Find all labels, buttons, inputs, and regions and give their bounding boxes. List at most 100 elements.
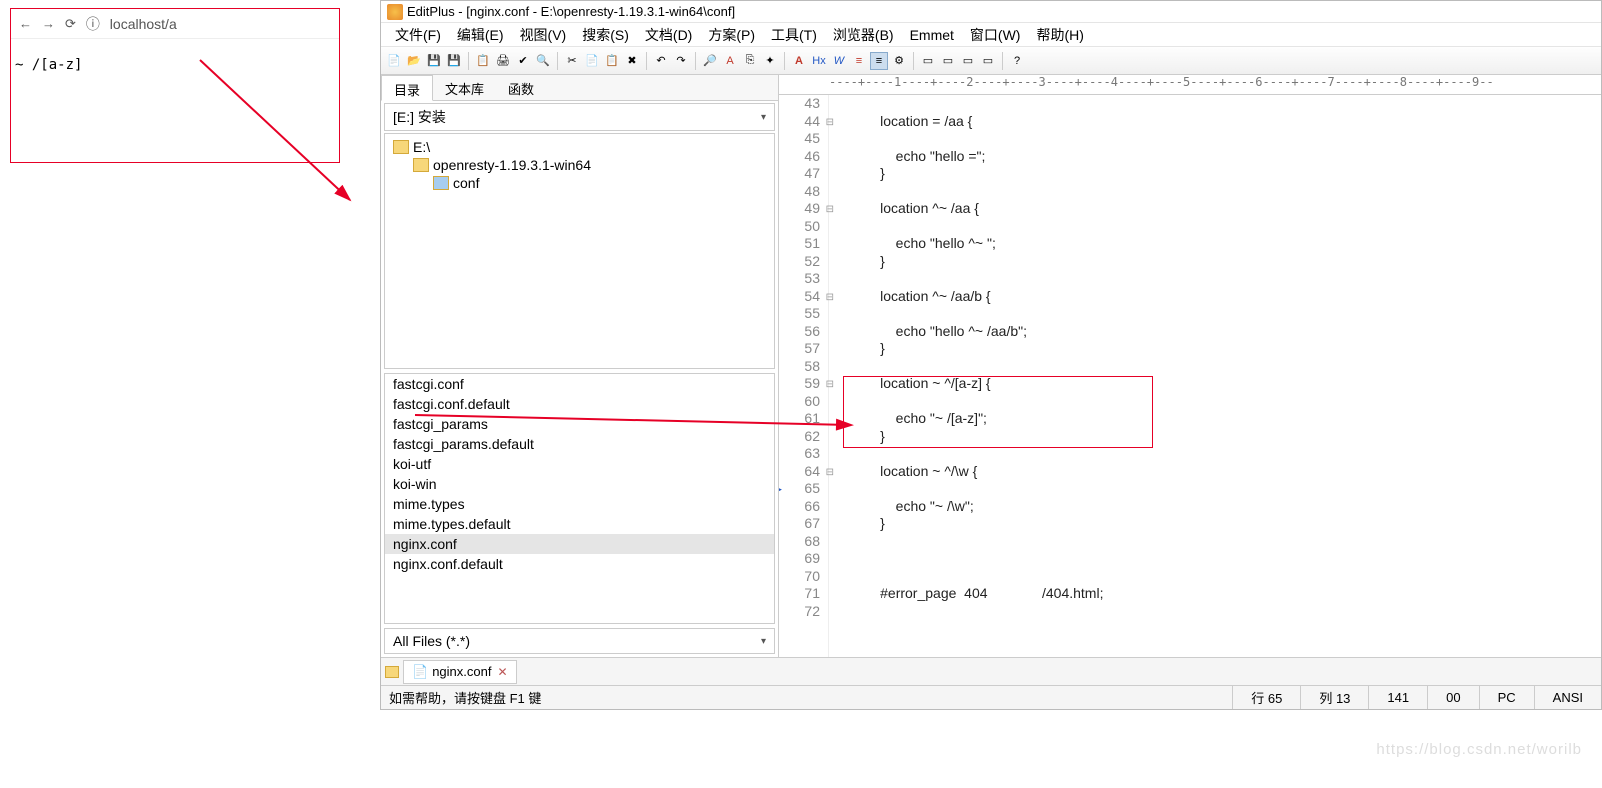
- code-editor[interactable]: 4344454647484950515253545556575859606162…: [779, 95, 1601, 657]
- code-line[interactable]: [849, 533, 1601, 551]
- file-row[interactable]: mime.types: [385, 494, 774, 514]
- code-line[interactable]: [849, 550, 1601, 568]
- code-line[interactable]: location ^~ /aa {: [849, 200, 1601, 218]
- close-icon[interactable]: ✕: [497, 665, 507, 679]
- copy2-icon[interactable]: 📄: [583, 52, 601, 70]
- line-number: 56: [779, 323, 820, 341]
- code-line[interactable]: [849, 305, 1601, 323]
- code-line[interactable]: echo "~ /\w";: [849, 498, 1601, 516]
- code-line[interactable]: [849, 130, 1601, 148]
- menu-browser[interactable]: 浏览器(B): [825, 23, 902, 47]
- help-icon[interactable]: ?: [1008, 52, 1026, 70]
- menu-tools[interactable]: 工具(T): [763, 23, 825, 47]
- drive-selector[interactable]: [E:] 安装 ▾: [384, 103, 775, 131]
- replace-icon[interactable]: A: [721, 52, 739, 70]
- code-line[interactable]: [849, 358, 1601, 376]
- menu-help[interactable]: 帮助(H): [1028, 23, 1091, 47]
- code-line[interactable]: [849, 393, 1601, 411]
- menu-emmet[interactable]: Emmet: [902, 25, 962, 45]
- file-row[interactable]: fastcgi.conf: [385, 374, 774, 394]
- file-row[interactable]: koi-utf: [385, 454, 774, 474]
- file-row[interactable]: mime.types.default: [385, 514, 774, 534]
- new-file-icon[interactable]: 📄: [385, 52, 403, 70]
- goto-icon[interactable]: ⎘: [741, 52, 759, 70]
- code-line[interactable]: [849, 95, 1601, 113]
- panel4-icon[interactable]: ▭: [979, 52, 997, 70]
- code-line[interactable]: [849, 218, 1601, 236]
- file-filter[interactable]: All Files (*.*) ▾: [384, 628, 775, 654]
- redo-icon[interactable]: ↷: [672, 52, 690, 70]
- code-line[interactable]: }: [849, 340, 1601, 358]
- delete-icon[interactable]: ✖: [623, 52, 641, 70]
- folder-row[interactable]: E:\: [385, 138, 774, 156]
- menu-edit[interactable]: 编辑(E): [449, 23, 512, 47]
- code-line[interactable]: }: [849, 165, 1601, 183]
- paste-icon[interactable]: 📋: [603, 52, 621, 70]
- code-line[interactable]: [849, 603, 1601, 621]
- menu-document[interactable]: 文档(D): [637, 23, 700, 47]
- spellcheck-icon[interactable]: ✔: [514, 52, 532, 70]
- code-line[interactable]: [849, 568, 1601, 586]
- code-line[interactable]: [849, 480, 1601, 498]
- address-bar[interactable]: ⓘ localhost/a: [86, 14, 177, 34]
- menu-window[interactable]: 窗口(W): [962, 23, 1029, 47]
- code-line[interactable]: location ~ ^/[a-z] {: [849, 375, 1601, 393]
- bookmark-icon[interactable]: ✦: [761, 52, 779, 70]
- hex-icon[interactable]: Hx: [810, 52, 828, 70]
- menu-file[interactable]: 文件(F): [387, 23, 449, 47]
- find-icon[interactable]: 🔎: [701, 52, 719, 70]
- ruler: ----+----1----+----2----+----3----+----4…: [779, 75, 1601, 95]
- code-line[interactable]: }: [849, 428, 1601, 446]
- print-icon[interactable]: 🖨: [494, 52, 512, 70]
- code-line[interactable]: [849, 270, 1601, 288]
- open-file-icon[interactable]: 📂: [405, 52, 423, 70]
- code-lines[interactable]: location = /aa { echo "hello ="; } locat…: [829, 95, 1601, 657]
- tab-functions[interactable]: 函数: [496, 75, 546, 100]
- settings-icon[interactable]: ⚙: [890, 52, 908, 70]
- code-line[interactable]: echo "~ /[a-z]";: [849, 410, 1601, 428]
- code-line[interactable]: location ^~ /aa/b {: [849, 288, 1601, 306]
- preview-icon[interactable]: 🔍: [534, 52, 552, 70]
- back-icon[interactable]: ←: [19, 16, 32, 31]
- code-line[interactable]: [849, 183, 1601, 201]
- folder-row[interactable]: openresty-1.19.3.1-win64: [385, 156, 774, 174]
- file-row[interactable]: nginx.conf.default: [385, 554, 774, 574]
- file-row[interactable]: fastcgi.conf.default: [385, 394, 774, 414]
- reload-icon[interactable]: ⟳: [65, 16, 76, 32]
- linenum-icon[interactable]: ≡: [850, 52, 868, 70]
- ruler-icon[interactable]: ≡: [870, 52, 888, 70]
- panel2-icon[interactable]: ▭: [939, 52, 957, 70]
- file-row[interactable]: nginx.conf: [385, 534, 774, 554]
- panel1-icon[interactable]: ▭: [919, 52, 937, 70]
- forward-icon[interactable]: →: [42, 16, 55, 31]
- folder-row[interactable]: conf: [385, 174, 774, 192]
- tab-directory[interactable]: 目录: [381, 75, 433, 101]
- file-row[interactable]: fastcgi_params: [385, 414, 774, 434]
- code-line[interactable]: location ~ ^/\w {: [849, 463, 1601, 481]
- code-line[interactable]: }: [849, 515, 1601, 533]
- code-line[interactable]: echo "hello =";: [849, 148, 1601, 166]
- file-row[interactable]: koi-win: [385, 474, 774, 494]
- font-icon[interactable]: A: [790, 52, 808, 70]
- code-line[interactable]: [849, 445, 1601, 463]
- wrap-icon[interactable]: W: [830, 52, 848, 70]
- panel3-icon[interactable]: ▭: [959, 52, 977, 70]
- code-line[interactable]: echo "hello ^~ ";: [849, 235, 1601, 253]
- code-line[interactable]: location = /aa {: [849, 113, 1601, 131]
- file-list[interactable]: fastcgi.conffastcgi.conf.defaultfastcgi_…: [384, 373, 775, 624]
- code-line[interactable]: #error_page 404 /404.html;: [849, 585, 1601, 603]
- tab-cliptext[interactable]: 文本库: [433, 75, 496, 100]
- menu-view[interactable]: 视图(V): [512, 23, 575, 47]
- menu-search[interactable]: 搜索(S): [574, 23, 637, 47]
- save-all-icon[interactable]: 💾: [445, 52, 463, 70]
- cut-icon[interactable]: ✂: [563, 52, 581, 70]
- doc-tab-nginx[interactable]: 📄 nginx.conf ✕: [403, 660, 517, 684]
- save-icon[interactable]: 💾: [425, 52, 443, 70]
- undo-icon[interactable]: ↶: [652, 52, 670, 70]
- menu-project[interactable]: 方案(P): [700, 23, 763, 47]
- code-line[interactable]: }: [849, 253, 1601, 271]
- code-line[interactable]: echo "hello ^~ /aa/b";: [849, 323, 1601, 341]
- copy-icon[interactable]: 📋: [474, 52, 492, 70]
- folder-tree[interactable]: E:\openresty-1.19.3.1-win64conf: [384, 133, 775, 369]
- file-row[interactable]: fastcgi_params.default: [385, 434, 774, 454]
